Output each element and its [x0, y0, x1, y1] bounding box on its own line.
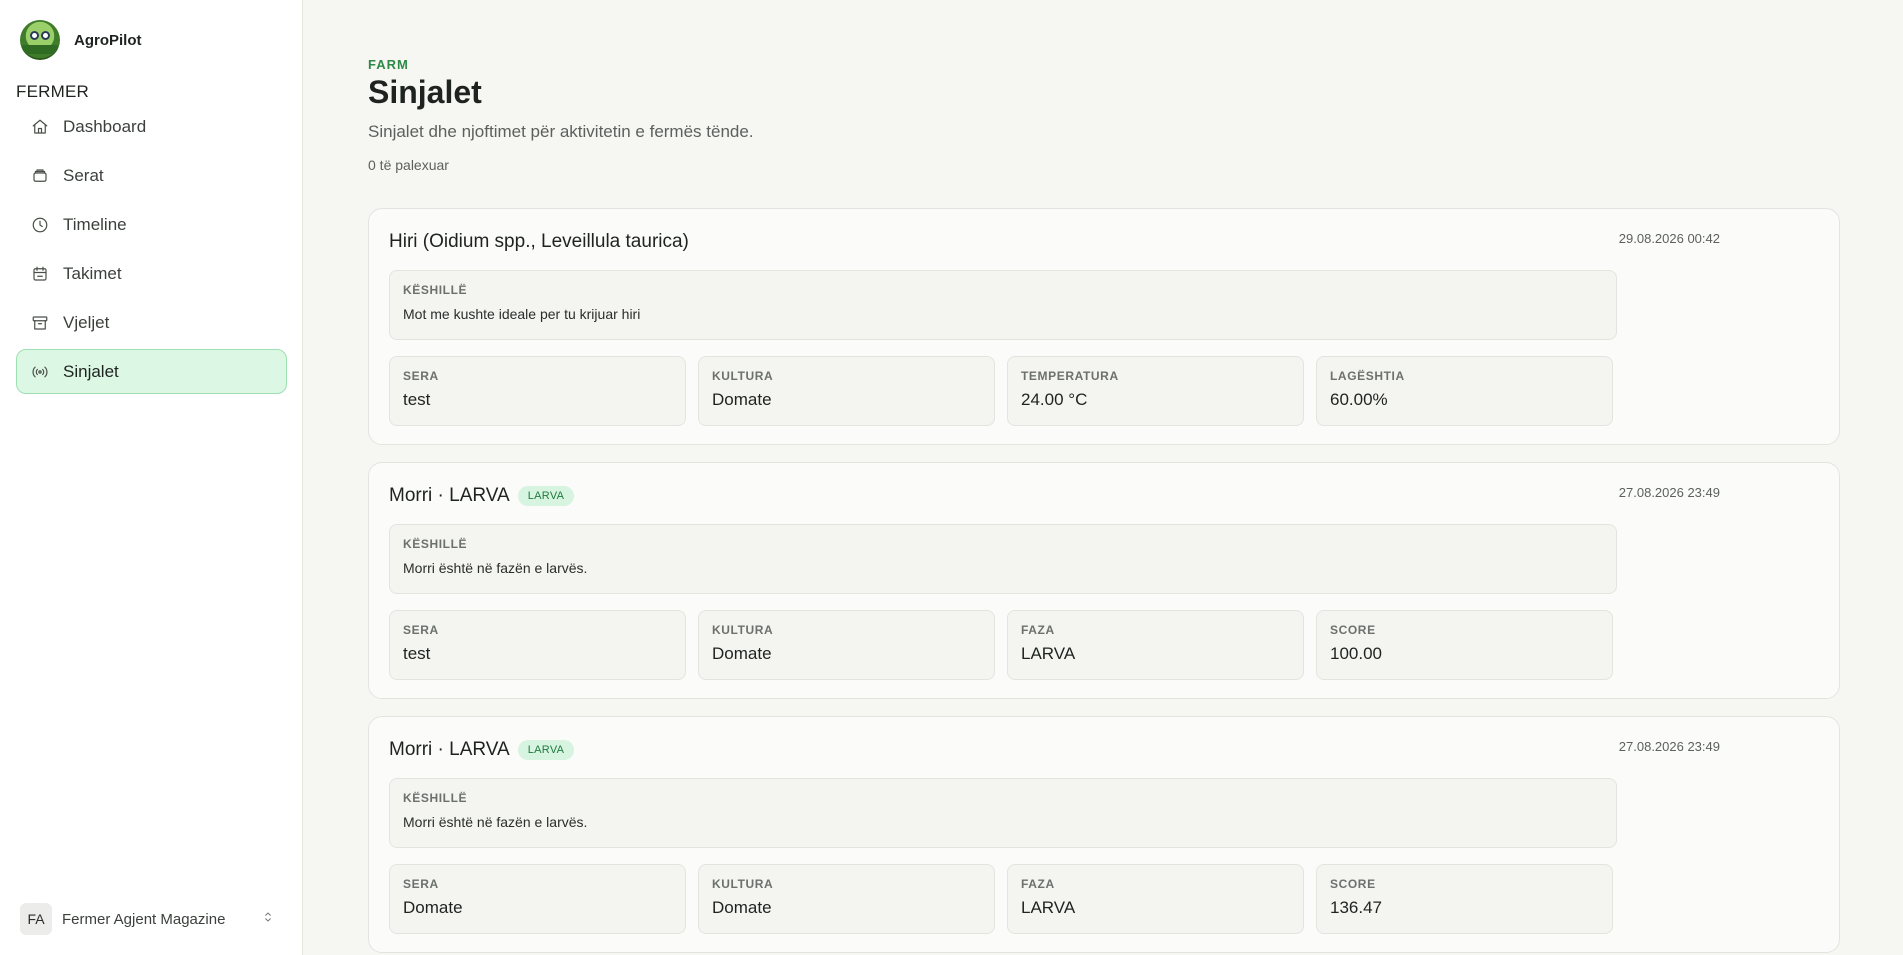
- advice-box: KËSHILLË Morri është në fazën e larvës.: [389, 778, 1617, 848]
- sidebar: AgroPilot FERMER Dashboard Serat Timelin…: [0, 0, 303, 955]
- signal-header: Morri · LARVA LARVA: [389, 485, 575, 507]
- metric-label: LAGËSHTIA: [1330, 369, 1405, 383]
- signal-timestamp: 27.08.2026 23:49: [1618, 739, 1720, 754]
- metric-value: 136.47: [1330, 898, 1382, 917]
- metric-value: Domate: [712, 644, 772, 663]
- sidebar-item-vjeljet[interactable]: Vjeljet: [16, 300, 287, 345]
- metric-value: Domate: [403, 898, 463, 917]
- advice-text: Morri është në fazën e larvës.: [403, 814, 588, 830]
- logo-band: [22, 45, 58, 54]
- home-icon: [32, 119, 48, 134]
- sidebar-nav: Dashboard Serat Timeline Takimet Vjeljet…: [16, 104, 287, 398]
- unread-count: 0 të palexuar: [368, 157, 449, 173]
- metric-faza: FAZA LARVA: [1007, 610, 1304, 680]
- metric-sera: SERA test: [389, 356, 686, 426]
- signal-metrics: SERA test KULTURA Domate TEMPERATURA 24.…: [389, 356, 1613, 426]
- metric-label: SCORE: [1330, 623, 1376, 637]
- layers-icon: [33, 168, 47, 182]
- advice-label: KËSHILLË: [403, 791, 468, 805]
- signal-card[interactable]: Morri · LARVA LARVA 27.08.2026 23:49 KËS…: [368, 716, 1840, 953]
- signal-title: Hiri (Oidium spp., Leveillula taurica): [389, 231, 689, 252]
- sidebar-item-dashboard[interactable]: Dashboard: [16, 104, 287, 149]
- metric-label: KULTURA: [712, 877, 774, 891]
- signal-header: Hiri (Oidium spp., Leveillula taurica): [389, 231, 689, 253]
- metric-value: Domate: [712, 390, 772, 409]
- metric-value: 60.00%: [1330, 390, 1388, 409]
- sidebar-item-label: Timeline: [63, 214, 127, 234]
- sidebar-section-label: FERMER: [16, 82, 89, 101]
- archive-icon: [32, 315, 48, 330]
- metric-sera: SERA Domate: [389, 864, 686, 934]
- advice-text: Mot me kushte ideale per tu krijuar hiri: [403, 306, 641, 322]
- metric-label: SERA: [403, 623, 439, 637]
- sidebar-item-timeline[interactable]: Timeline: [16, 202, 287, 247]
- metric-temperatura: TEMPERATURA 24.00 °C: [1007, 356, 1304, 426]
- metric-label: FAZA: [1021, 877, 1055, 891]
- metric-value: Domate: [712, 898, 772, 917]
- stage-badge: LARVA: [517, 740, 575, 760]
- metric-value: 100.00: [1330, 644, 1382, 663]
- metric-label: SCORE: [1330, 877, 1376, 891]
- sidebar-item-label: Dashboard: [63, 116, 147, 136]
- signal-timestamp: 27.08.2026 23:49: [1618, 485, 1720, 500]
- metric-sera: SERA test: [389, 610, 686, 680]
- metric-kultura: KULTURA Domate: [698, 356, 995, 426]
- sidebar-item-sinjalet[interactable]: Sinjalet: [16, 349, 287, 394]
- signal-metrics: SERA Domate KULTURA Domate FAZA LARVA SC…: [389, 864, 1613, 934]
- metric-label: KULTURA: [712, 369, 774, 383]
- metric-lageshtia: LAGËSHTIA 60.00%: [1316, 356, 1613, 426]
- sidebar-item-takimet[interactable]: Takimet: [16, 251, 287, 296]
- signal-title: Morri · LARVA: [389, 485, 510, 506]
- metric-label: TEMPERATURA: [1021, 369, 1119, 383]
- metric-label: FAZA: [1021, 623, 1055, 637]
- metric-label: KULTURA: [712, 623, 774, 637]
- page-subtitle: Sinjalet dhe njoftimet për aktivitetin e…: [368, 122, 754, 141]
- signal-card[interactable]: Hiri (Oidium spp., Leveillula taurica) 2…: [368, 208, 1840, 445]
- calendar-icon: [33, 266, 47, 281]
- logo-eye-left: [30, 31, 39, 40]
- sidebar-item-label: Vjeljet: [63, 312, 110, 332]
- user-name: Fermer Agjent Magazine: [62, 910, 226, 928]
- metric-value: test: [403, 644, 431, 663]
- metric-label: SERA: [403, 369, 439, 383]
- metric-score: SCORE 100.00: [1316, 610, 1613, 680]
- signal-timestamp: 29.08.2026 00:42: [1618, 231, 1720, 246]
- metric-value: 24.00 °C: [1021, 390, 1088, 409]
- sidebar-item-serat[interactable]: Serat: [16, 153, 287, 198]
- advice-label: KËSHILLË: [403, 283, 468, 297]
- sidebar-item-label: Sinjalet: [63, 361, 119, 381]
- stage-badge: LARVA: [517, 486, 575, 506]
- advice-label: KËSHILLË: [403, 537, 468, 551]
- signal-header: Morri · LARVA LARVA: [389, 739, 575, 761]
- app-name: AgroPilot: [74, 31, 142, 49]
- signal-card[interactable]: Morri · LARVA LARVA 27.08.2026 23:49 KËS…: [368, 462, 1840, 699]
- advice-box: KËSHILLË Mot me kushte ideale per tu kri…: [389, 270, 1617, 340]
- page-title: Sinjalet: [368, 74, 482, 110]
- sidebar-item-label: Serat: [63, 165, 104, 185]
- avatar: FA: [20, 903, 52, 935]
- agropilot-logo: [20, 20, 60, 60]
- advice-text: Morri është në fazën e larvës.: [403, 560, 588, 576]
- user-menu[interactable]: FA Fermer Agjent Magazine: [20, 903, 275, 935]
- metric-value: LARVA: [1021, 644, 1076, 663]
- logo-eye-right: [41, 31, 50, 40]
- metric-value: LARVA: [1021, 898, 1076, 917]
- metric-label: SERA: [403, 877, 439, 891]
- metric-score: SCORE 136.47: [1316, 864, 1613, 934]
- signal-metrics: SERA test KULTURA Domate FAZA LARVA SCOR…: [389, 610, 1613, 680]
- page-eyebrow: FARM: [368, 57, 409, 72]
- advice-box: KËSHILLË Morri është në fazën e larvës.: [389, 524, 1617, 594]
- signal-title: Morri · LARVA: [389, 739, 510, 760]
- metric-kultura: KULTURA Domate: [698, 864, 995, 934]
- chevron-updown-icon[interactable]: [261, 910, 275, 929]
- clock-icon: [32, 217, 48, 232]
- metric-kultura: KULTURA Domate: [698, 610, 995, 680]
- brand[interactable]: AgroPilot: [20, 20, 142, 60]
- metric-faza: FAZA LARVA: [1007, 864, 1304, 934]
- sidebar-item-label: Takimet: [63, 263, 122, 283]
- signal-icon: [32, 366, 48, 377]
- metric-value: test: [403, 390, 431, 409]
